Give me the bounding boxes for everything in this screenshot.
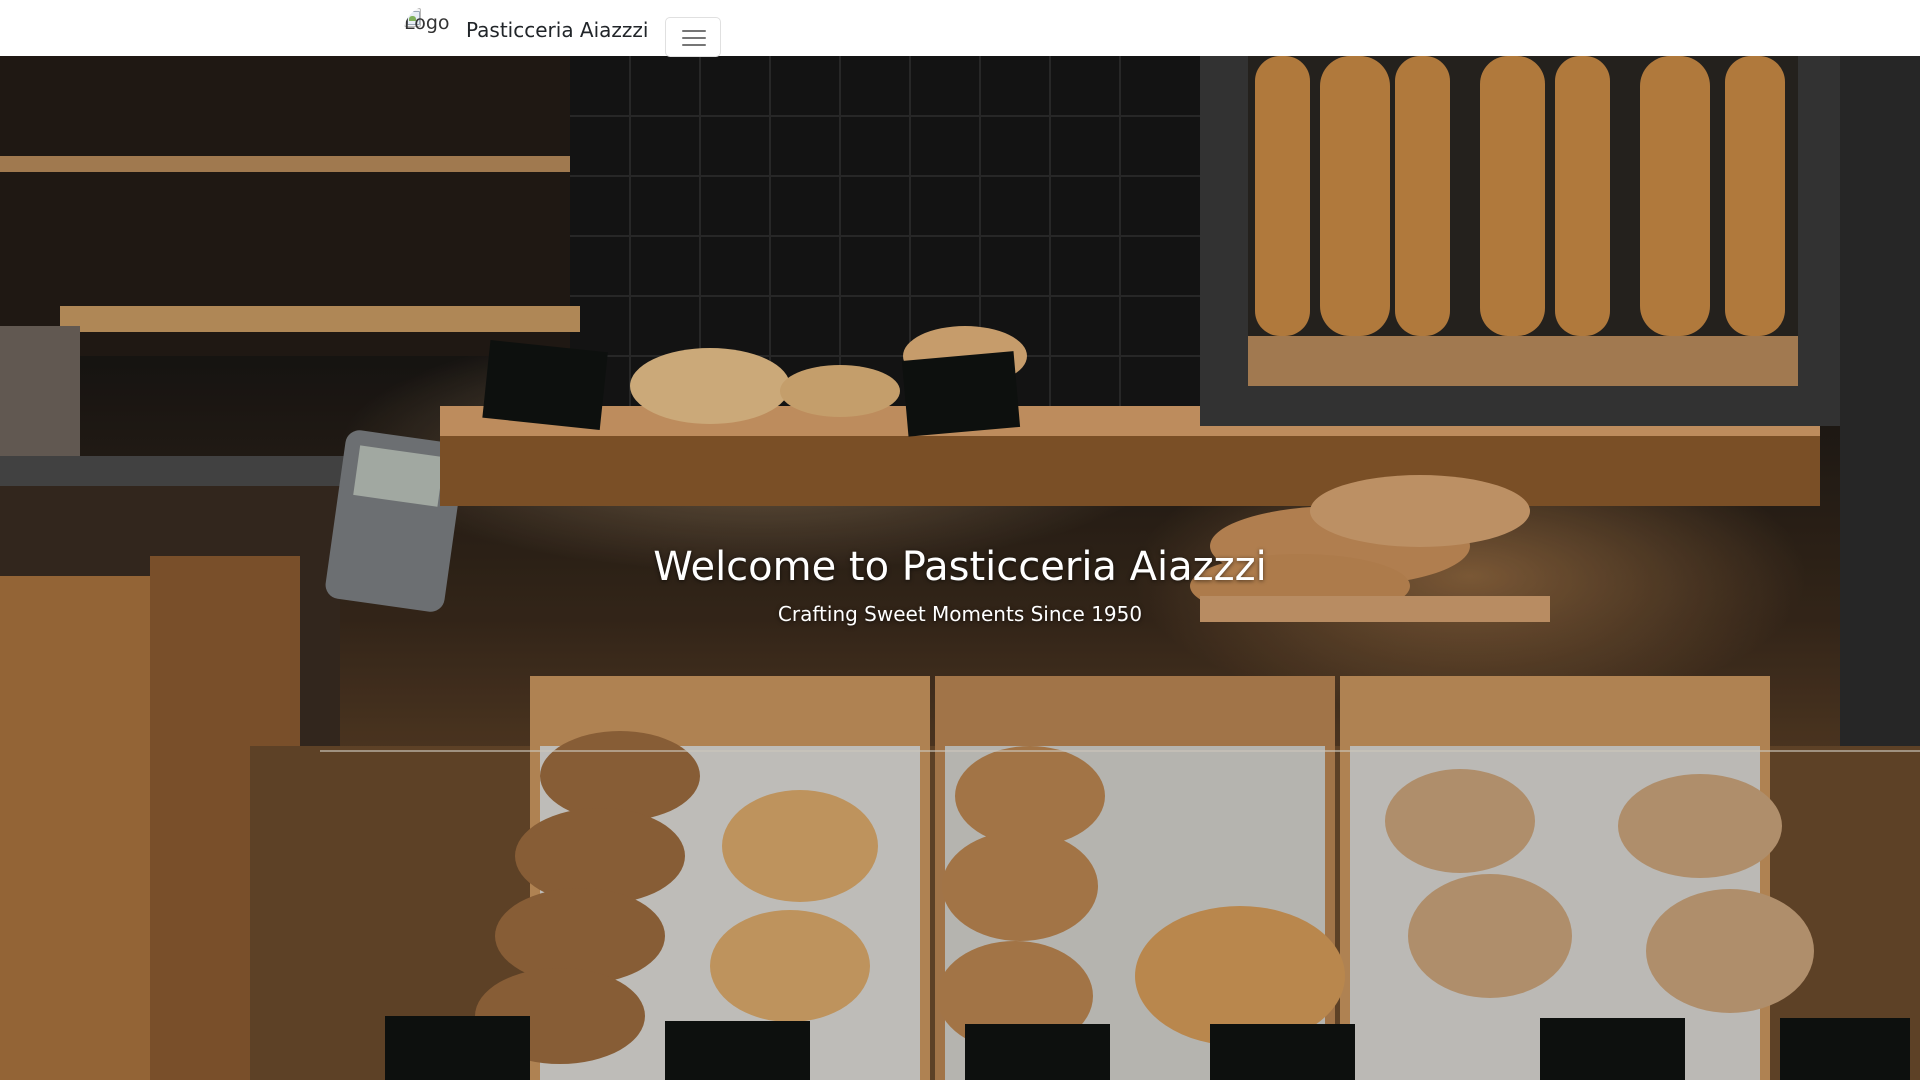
navbar-toggler-button[interactable] [665, 17, 721, 57]
navbar-brand[interactable]: Logo Pasticceria Aiazzzi [404, 8, 649, 48]
hamburger-menu-icon [682, 44, 706, 46]
brand-name: Pasticceria Aiazzzi [466, 18, 649, 42]
navbar: Logo Pasticceria Aiazzzi [0, 0, 1920, 57]
hero-subtitle: Crafting Sweet Moments Since 1950 [777, 602, 1143, 626]
hero-banner: Welcome to Pasticceria Aiazzzi Crafting … [0, 56, 1920, 1080]
hamburger-menu-icon [682, 37, 706, 39]
logo-alt-text: Logo [404, 12, 450, 34]
logo-image: Logo [404, 6, 454, 56]
hero-title: Welcome to Pasticceria Aiazzzi [653, 544, 1267, 590]
hamburger-menu-icon [682, 30, 706, 32]
